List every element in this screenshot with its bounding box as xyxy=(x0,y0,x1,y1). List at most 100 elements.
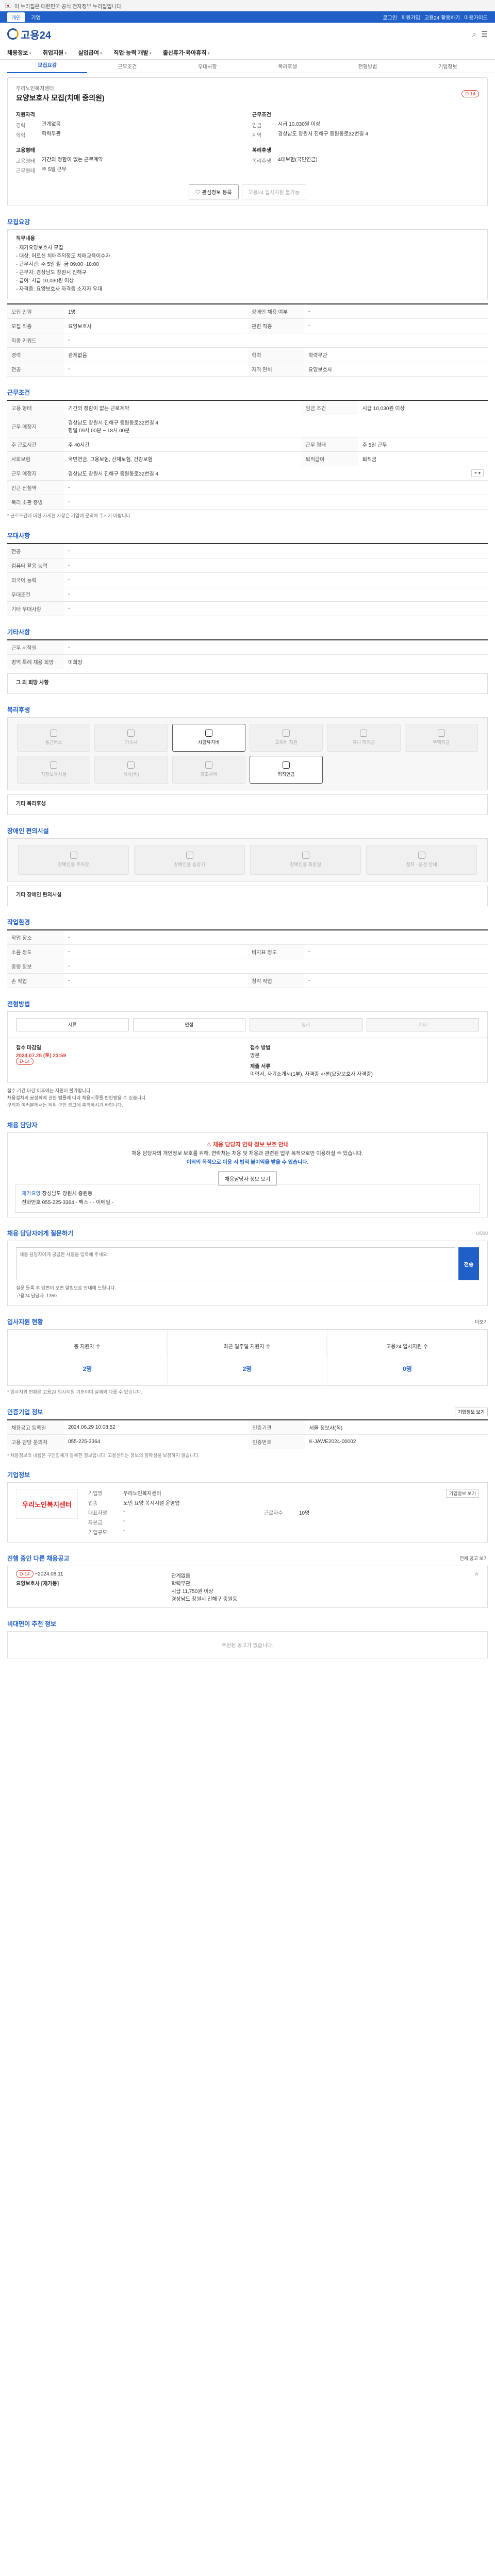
bookmark-icon[interactable]: ☆ xyxy=(474,1571,479,1577)
ongoing-title[interactable]: 요양보호사 [재가동] xyxy=(16,1579,168,1587)
table-row: 중량 정보 - xyxy=(7,959,488,974)
benefit-congrats: 경조사비 xyxy=(172,755,245,784)
braille-icon xyxy=(418,852,425,859)
section-prefer-title: 우대사항 xyxy=(7,532,30,539)
cell-value: - xyxy=(64,480,488,495)
qa-box: 전송 질문 등록 후 답변이 오면 알림으로 안내해 드립니다. 고용24 담당… xyxy=(7,1241,488,1307)
company-info-button[interactable]: 기업정보 보기 xyxy=(446,1489,479,1498)
benefit-label: 직장보육시설 xyxy=(41,772,67,777)
tab-work[interactable]: 근무조건 xyxy=(87,62,167,70)
benefit-label: 퇴직연금 xyxy=(277,772,295,777)
qa-note: 고용24 담당자: 1350 xyxy=(16,1293,57,1298)
signup-link[interactable]: 회원가입 xyxy=(401,13,420,21)
tab-prefer[interactable]: 우대사항 xyxy=(168,62,248,70)
cell-label: 채용공고 등록일 xyxy=(7,1419,64,1435)
book-icon xyxy=(283,730,290,737)
qa-input[interactable] xyxy=(16,1247,456,1281)
qa-send-button[interactable]: 전송 xyxy=(458,1247,479,1281)
step-etc: 기타 xyxy=(366,1018,479,1031)
cell-label: 고용 담당 문의처 xyxy=(7,1434,64,1449)
benefit-other-box: 기타 복리후생 xyxy=(7,794,488,815)
ongoing-wage: 시급 11,750원 이상 xyxy=(171,1589,213,1595)
map-button[interactable]: ⌖ ▾ xyxy=(471,469,484,477)
benefit-child-tuition: 자녀 학자금 xyxy=(327,723,401,752)
cell-value: - xyxy=(64,558,488,573)
info-link-button[interactable]: 기업정보 보기 xyxy=(454,1407,488,1416)
gnb-item-training[interactable]: 직업·능력 개발 xyxy=(113,48,152,57)
cell-label: 임금 조건 xyxy=(301,400,358,415)
ongoing-job-card[interactable]: D-14 ~2024.08.11 요양보호사 [재가동] 관계없음 학력무관 시… xyxy=(7,1566,488,1608)
brand-logo[interactable]: 고용24 xyxy=(7,27,51,42)
fax-value: - xyxy=(89,1200,92,1206)
ongoing-all-link[interactable]: 전체 공고 보기 xyxy=(459,1555,488,1562)
section-company-title: 기업정보 xyxy=(7,1471,30,1479)
info-note: * 채용정보의 내용은 구인업체가 등록한 정보입니다. 고용센터는 정보의 정… xyxy=(7,1452,200,1458)
table-row: 인근 전철역 - xyxy=(7,480,488,495)
brand-name: 고용24 xyxy=(21,29,52,41)
company-field-label: 대표자명 xyxy=(88,1511,107,1517)
section-info-header: 인증기업 정보 기업정보 보기 xyxy=(7,1407,488,1416)
ongoing-career: 관계없음 xyxy=(171,1573,191,1580)
search-icon[interactable]: ⌕ xyxy=(472,30,476,39)
guide-link[interactable]: 이용가이드 xyxy=(464,13,488,21)
facility-restroom: 장애인용 화장실 xyxy=(250,844,361,875)
cell-label: 청각 작업 xyxy=(248,973,304,988)
cell-label: 주 근로시간 xyxy=(7,437,64,452)
login-link[interactable]: 로그인 xyxy=(383,13,397,21)
section-qa-title: 채용 담당자에게 질문하기 xyxy=(7,1230,74,1238)
gnb-item-benefit[interactable]: 실업급여 xyxy=(78,48,102,57)
logo-icon xyxy=(7,28,19,40)
cell-value: - xyxy=(64,601,488,616)
manager-name: 장성남도 창원시 중원동 xyxy=(42,1191,93,1197)
manager-card: 재가요양 장성남도 창원시 중원동 전화번호 055-225-3364 · 팩스… xyxy=(15,1184,480,1213)
menu-icon[interactable]: ☰ xyxy=(481,30,488,39)
benefit-label: 기숙사 xyxy=(125,740,138,745)
qa-note: 질문 등록 후 답변이 오면 알림으로 안내해 드립니다. xyxy=(16,1285,116,1291)
cell-value: - xyxy=(64,362,248,377)
cell-label: 비지표 정도 xyxy=(248,944,304,959)
cell-value: - xyxy=(64,944,248,959)
apply-button[interactable]: 고용24 입사지원 불가능 xyxy=(241,184,307,199)
summary-cond-title: 근무조건 xyxy=(252,112,271,118)
table-row: 고용 형태 기간의 정함이 없는 근로계약 임금 조건 시급 10,030원 이상 xyxy=(7,400,488,415)
company-field-value: - xyxy=(123,1518,125,1524)
applicants-more-link[interactable]: 더보기 xyxy=(475,1318,488,1325)
cell-value: 요양보호사 xyxy=(304,362,488,377)
duty-box: 직무내용 - 재가요양보호사 모집 - 대상: 어르신 치매주의정도 치매교육이… xyxy=(7,229,488,299)
elevator-icon xyxy=(186,852,193,859)
ongoing-date: ~2024.08.11 xyxy=(35,1571,63,1578)
edu-label: 학력 xyxy=(16,133,26,139)
tab-process[interactable]: 전형방법 xyxy=(327,62,407,70)
email-label: 이메일 xyxy=(96,1200,110,1206)
info-table: 채용공고 등록일 2024.06.29 10:08:52 인증기관 서울 정보사(적)… xyxy=(7,1419,488,1449)
gnb-item-jobs[interactable]: 채용정보 xyxy=(7,48,31,57)
scrap-button[interactable]: ♡ 관심정보 등록 xyxy=(188,184,239,199)
cell-value: 기간의 정함이 없는 근로계약 xyxy=(64,400,302,415)
tab-personal[interactable]: 개인 xyxy=(7,12,25,22)
gnb-item-support[interactable]: 취업지원 xyxy=(43,48,67,57)
phone-value: 055-225-3364 xyxy=(42,1200,74,1206)
stat-value: 0명 xyxy=(403,1365,412,1373)
tab-recruit[interactable]: 모집요강 xyxy=(7,60,88,73)
company-field-value: - xyxy=(123,1509,125,1515)
tab-benefit[interactable]: 복리후생 xyxy=(248,62,327,70)
facility-other-label: 기타 장애인 편의시설 xyxy=(16,892,62,898)
table-row: 근무 예정지 경상남도 창원시 진해구 중원동로32번길 4 평일 09시 00분 … xyxy=(7,415,488,437)
company-logo: 우리노인복지센터 xyxy=(16,1489,78,1519)
tab-company[interactable]: 기업 xyxy=(27,12,44,22)
benefit-label: 통근버스 xyxy=(45,740,62,745)
usage-link[interactable]: 고용24 활용하기 xyxy=(424,13,460,21)
facility-label: 장애인용 승강기 xyxy=(174,862,205,867)
prefer-table: 전공 - 컴퓨터 활용 능력 - 외국어 능력 - 우대조건 - 기타 우대사항 - xyxy=(7,543,488,616)
wage-label: 임금 xyxy=(252,123,262,129)
tab-company[interactable]: 기업정보 xyxy=(408,62,488,70)
cell-label: 관련 직종 xyxy=(248,318,304,333)
edu-value: 학력무관 xyxy=(42,131,61,137)
work-table: 고용 형태 기간의 정함이 없는 근로계약 임금 조건 시급 10,030원 이상 근… xyxy=(7,400,488,510)
gnb-item-leave[interactable]: 출산휴가·육아휴직 xyxy=(163,48,210,57)
stat-value: 2명 xyxy=(242,1365,252,1373)
section-info-title: 인증기업 정보 xyxy=(7,1408,43,1416)
company-name[interactable]: 우리노인복지센터 xyxy=(16,84,105,92)
cell-label: 사회보험 xyxy=(7,451,64,466)
cell-label: 전공 xyxy=(7,543,64,558)
